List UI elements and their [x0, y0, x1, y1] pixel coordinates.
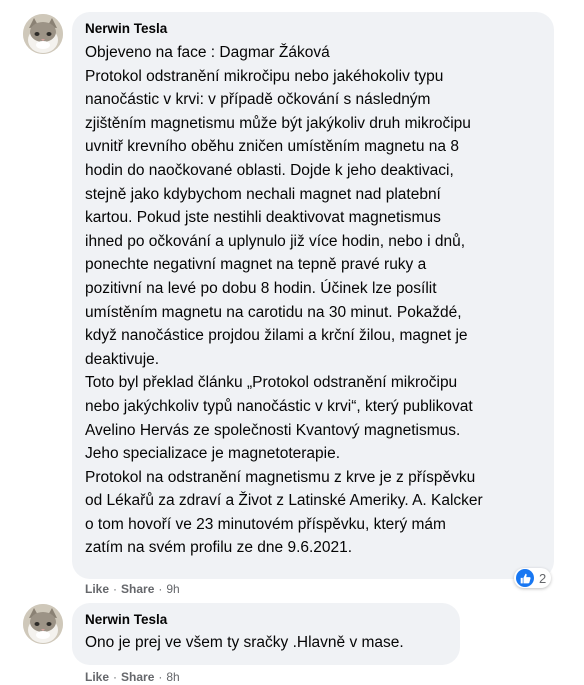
comment-text-line: ihned po očkování a uplynulo již více ho…	[85, 232, 466, 250]
comment-text-line: Jeho specializace je magnetoterapie.	[85, 445, 341, 463]
comment-text-line: ponechte negativní magnet na tepně pravé…	[85, 256, 427, 274]
thumbs-up-icon	[516, 569, 534, 587]
comment-text-line: o tom hovoří ve 23 minutovém příspěvku, …	[85, 515, 446, 533]
comment-author[interactable]: Nerwin Tesla	[85, 20, 542, 38]
comment-timestamp[interactable]: 9h	[166, 582, 179, 596]
comment-bubble: Nerwin Tesla Objeveno na face : Dagmar Ž…	[72, 12, 554, 579]
comment-text-line: nanočástic v krvi: v případě očkování s …	[85, 91, 431, 109]
like-button[interactable]: Like	[85, 670, 109, 684]
comment-text: Objeveno na face : Dagmar Žáková Protoko…	[85, 41, 542, 560]
comment-text-line: uvnitř krevního oběhu zničen umístěním m…	[85, 138, 459, 156]
comment-text: Ono je prej ve všem ty sračky .Hlavně v …	[85, 631, 448, 655]
comment-text-line: když nanočástice projdou žilami a krční …	[85, 327, 468, 345]
comment-text-line: Avelino Hervás ze společnosti Kvantový m…	[85, 421, 461, 439]
comment-text-line: hodin do naočkované oblasti. Dojde k jeh…	[85, 161, 454, 179]
comment-text-line: Ono je prej ve všem ty sračky .Hlavně v …	[85, 634, 404, 651]
share-button[interactable]: Share	[121, 582, 154, 596]
comment-text-line: Protokol na odstranění magnetismu z krve…	[85, 468, 476, 486]
share-button[interactable]: Share	[121, 670, 154, 684]
cat-avatar-icon	[23, 14, 63, 54]
comment-text-line: od Lékařů za zdraví a Život z Latinské A…	[85, 492, 483, 510]
comment-text-line: zjištěním magnetismu může být jakýkoliv …	[85, 114, 471, 132]
comment-text-line: kartou. Pokud jste nestihli deaktivovat …	[85, 209, 441, 227]
comment-bubble: Nerwin Tesla Ono je prej ve všem ty srač…	[72, 603, 460, 665]
separator-dot: ·	[158, 582, 163, 596]
cat-avatar-icon	[23, 604, 63, 644]
avatar[interactable]	[23, 604, 63, 644]
separator-dot: ·	[158, 670, 163, 684]
separator-dot: ·	[113, 582, 118, 596]
comment-text-line: pozitivní na levé po dobu 8 hodin. Účine…	[85, 279, 437, 297]
comment-actions: Like · Share · 8h	[85, 669, 180, 685]
separator-dot: ·	[113, 670, 118, 684]
comment-text-line: nebo jakýchkoliv typů nanočástic v krvi“…	[85, 397, 473, 415]
avatar[interactable]	[23, 14, 63, 54]
like-button[interactable]: Like	[85, 582, 109, 596]
reaction-count-badge[interactable]: 2	[514, 568, 552, 588]
reaction-count: 2	[539, 570, 547, 586]
comment-text-line: umístěním magnetu na carotidu na 30 minu…	[85, 303, 462, 321]
comment-text-line: zatím na svém profilu ze dne 9.6.2021.	[85, 539, 353, 557]
comment-text-line: stejně jako kdybychom nechali magnet nad…	[85, 185, 441, 203]
comment-actions: Like · Share · 9h	[85, 581, 180, 597]
comment-text-line: Protokol odstranění mikročipu nebo jakéh…	[85, 67, 444, 85]
comment-timestamp[interactable]: 8h	[166, 670, 179, 684]
comment-author[interactable]: Nerwin Tesla	[85, 611, 448, 629]
comment-text-line: deaktivuje.	[85, 350, 160, 368]
comment-text-line: Toto byl překlad článku „Protokol odstra…	[85, 374, 458, 392]
comment-text-line: Objeveno na face : Dagmar Žáková	[85, 44, 330, 61]
